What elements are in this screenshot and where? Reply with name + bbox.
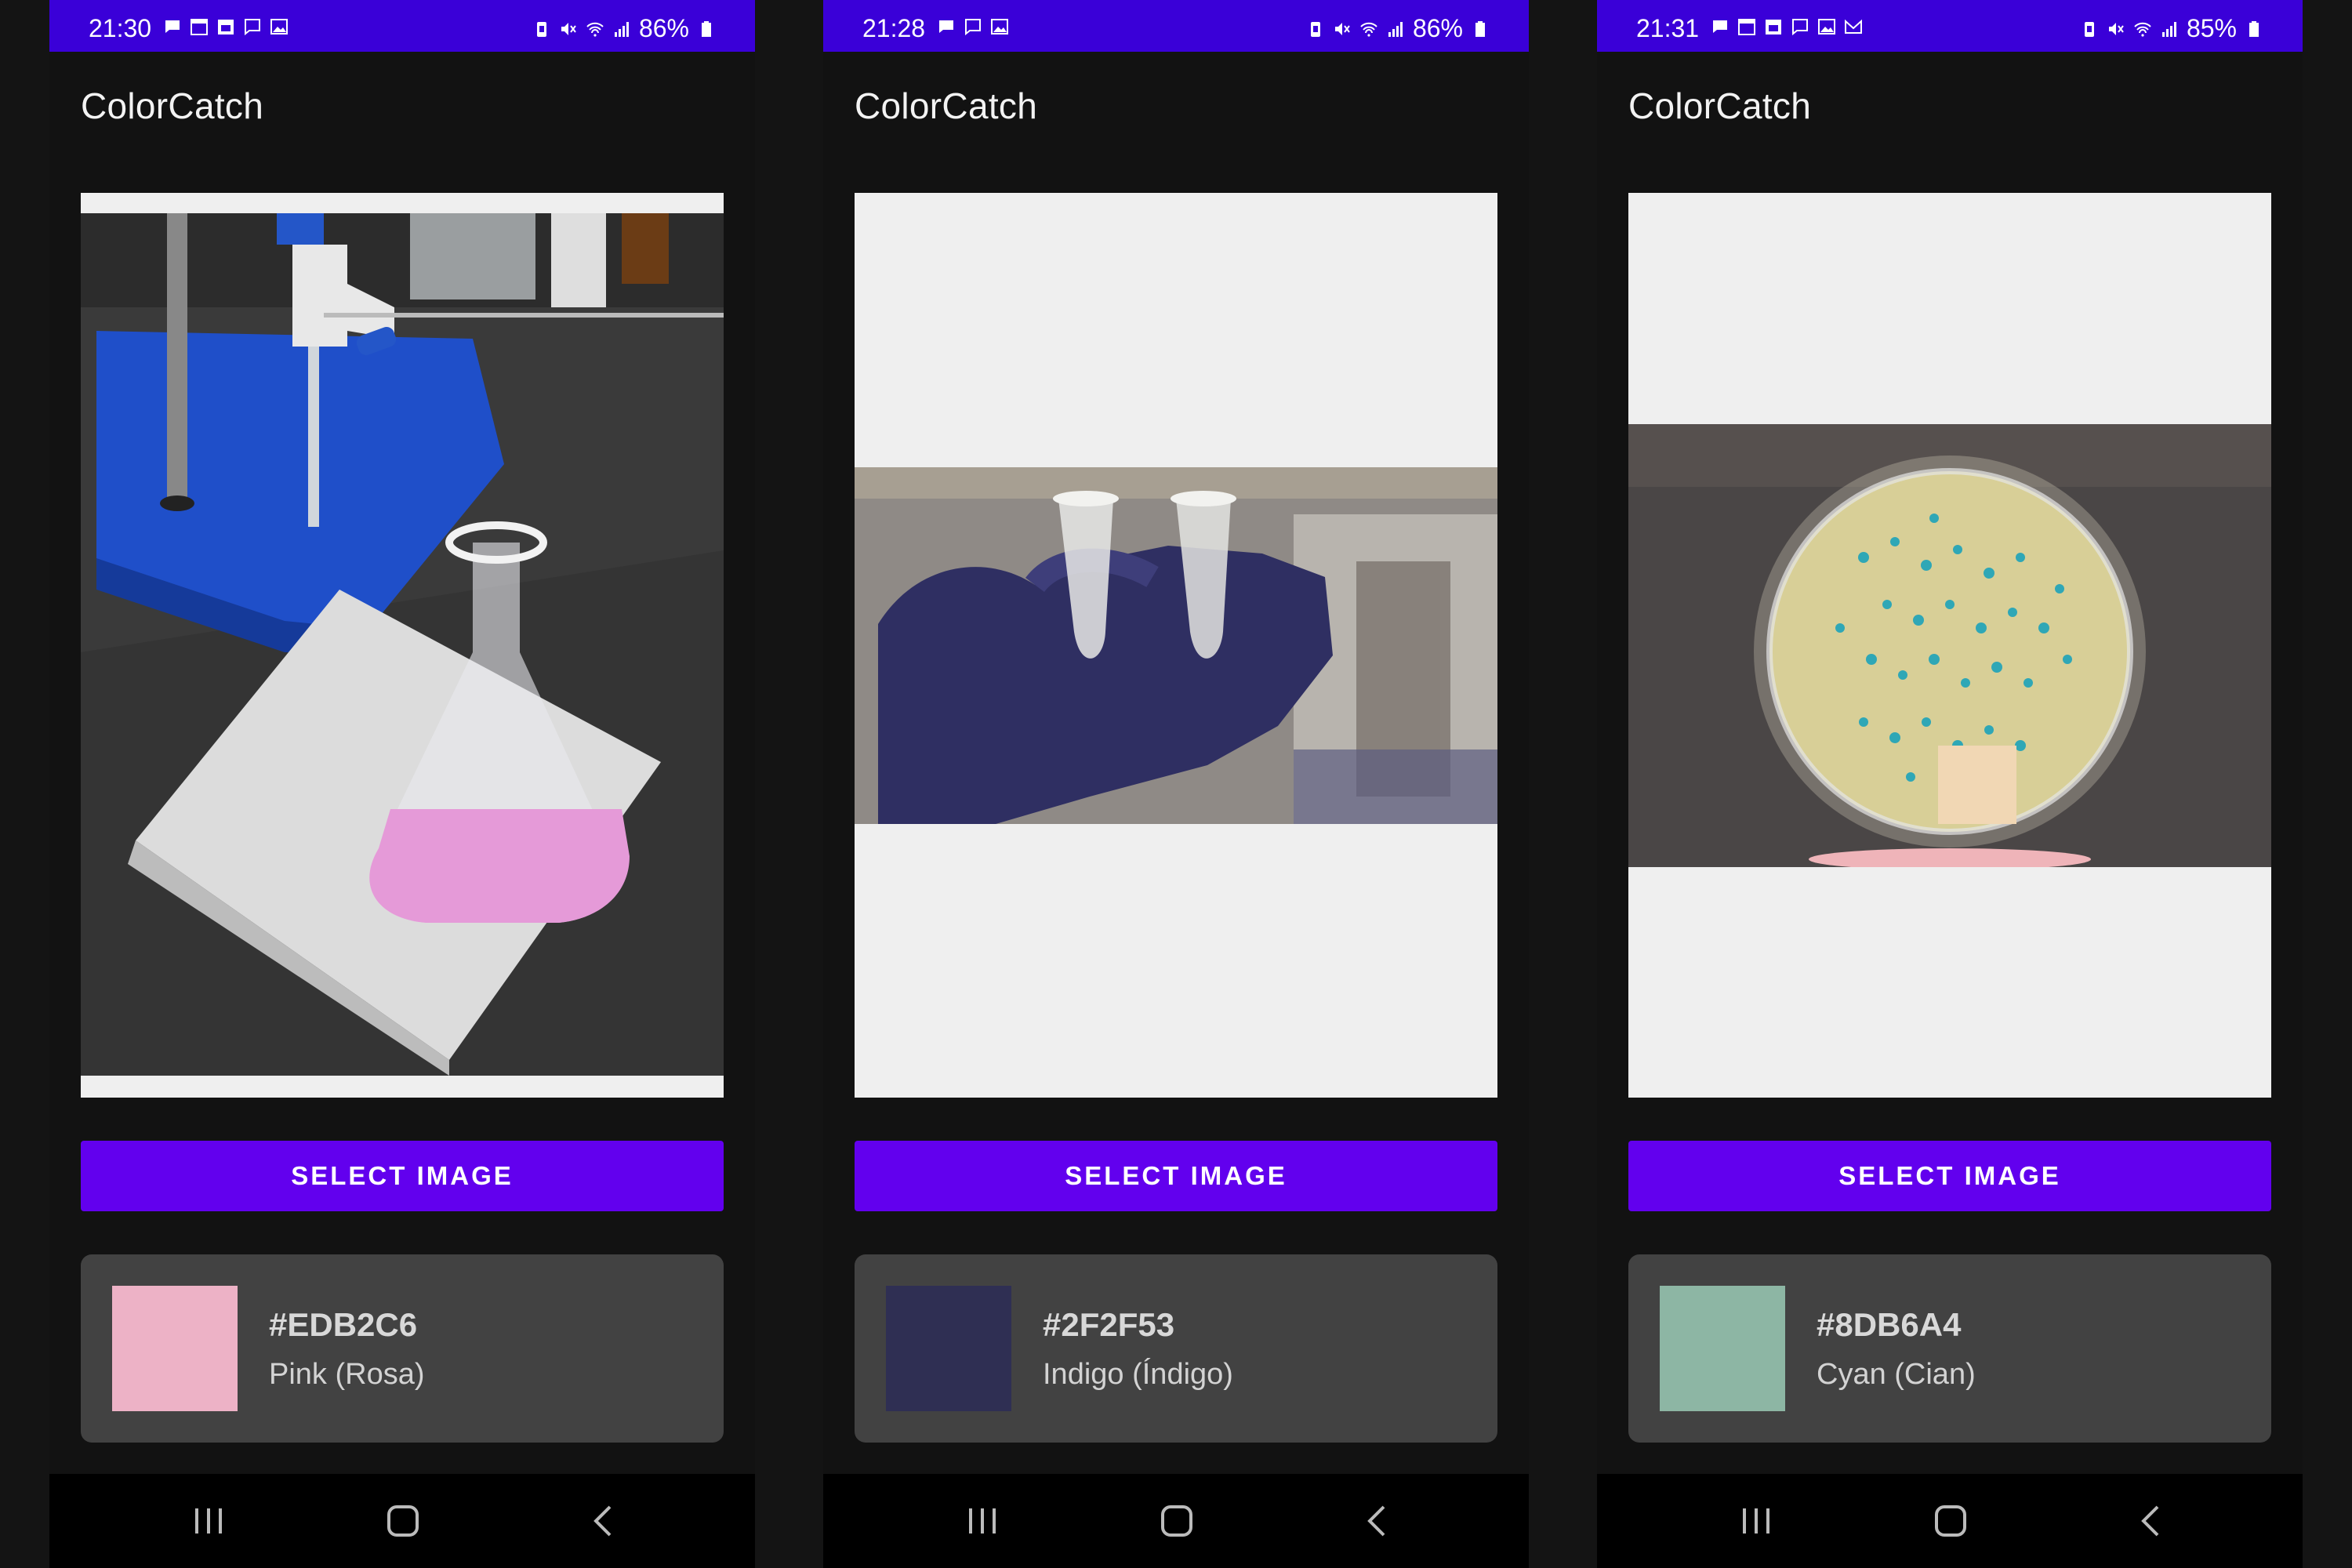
gloved-hand-tubes-photo [855,467,1497,824]
recents-icon[interactable] [964,1504,1000,1538]
status-bar: 21:31 85% [1597,0,2303,52]
back-icon[interactable] [586,1504,622,1538]
select-image-button[interactable]: SELECT IMAGE [855,1141,1497,1211]
mute-icon [561,22,576,35]
signal-icon [1388,21,1403,37]
color-swatch [112,1286,238,1411]
chat-icon [1713,20,1727,33]
battery-percent: 85% [2186,14,2237,42]
home-icon[interactable] [1933,1504,1969,1538]
image-preview [1628,193,2271,1098]
petri-dish-photo [1628,424,2271,867]
back-icon[interactable] [1360,1504,1396,1538]
phone-screen-3: 21:31 85% ColorCatch SELECT IMAGE #8DB6A… [1597,0,2303,1568]
select-image-button[interactable]: SELECT IMAGE [81,1141,724,1211]
status-time: 21:31 [1636,14,1700,42]
battery-saver-icon [536,21,546,37]
lab-flask-photo [81,213,724,1076]
color-swatch [1660,1286,1785,1411]
battery-icon [702,20,711,37]
wifi-icon [2134,22,2151,37]
color-name: Cyan (Cian) [1817,1358,1976,1391]
signal-icon [2161,21,2176,37]
app-title: ColorCatch [81,85,264,126]
back-icon[interactable] [2134,1504,2170,1538]
chat-icon [939,20,953,33]
gallery-icon [1818,19,1835,34]
message-icon [965,19,981,36]
home-icon[interactable] [385,1504,421,1538]
color-name: Pink (Rosa) [269,1358,425,1391]
phone-screen-1: 21:30 86% ColorCatch SELECT IMAGE #EDB2C… [49,0,755,1568]
calendar-icon [218,20,234,34]
wifi-icon [1360,22,1377,37]
color-hex-value: #8DB6A4 [1817,1306,1962,1343]
select-image-button[interactable]: SELECT IMAGE [1628,1141,2271,1211]
battery-percent: 86% [638,14,689,42]
gallery-icon [270,19,288,34]
calendar-icon [191,19,208,35]
image-preview [81,193,724,1098]
app-title: ColorCatch [855,85,1038,126]
phone-screen-2: 21:28 86% ColorCatch SELECT IMAGE #2F2F5… [823,0,1529,1568]
color-hex-value: #EDB2C6 [269,1306,418,1343]
color-result-card: #8DB6A4 Cyan (Cian) [1628,1254,2271,1443]
status-time: 21:28 [862,14,926,42]
battery-percent: 86% [1412,14,1463,42]
mail-icon [1845,19,1862,34]
recents-icon[interactable] [1738,1504,1774,1538]
battery-icon [1475,20,1485,37]
color-swatch [886,1286,1011,1411]
status-bar: 21:30 86% [49,0,755,52]
message-icon [1792,19,1808,36]
home-icon[interactable] [1159,1504,1195,1538]
mute-icon [1334,22,1350,35]
color-name: Indigo (Índigo) [1043,1358,1233,1391]
chat-icon [165,20,180,33]
app-title: ColorCatch [1628,85,1812,126]
recents-icon[interactable] [191,1504,227,1538]
image-preview [855,193,1497,1098]
mute-icon [2108,22,2124,35]
color-result-card: #2F2F53 Indigo (Índigo) [855,1254,1497,1443]
color-result-card: #EDB2C6 Pink (Rosa) [81,1254,724,1443]
color-hex-value: #2F2F53 [1043,1306,1175,1343]
signal-icon [614,21,629,37]
navigation-bar [49,1474,755,1568]
message-icon [245,19,260,36]
battery-icon [2249,20,2259,37]
gallery-icon [991,19,1008,34]
status-bar: 21:28 86% [823,0,1529,52]
status-time: 21:30 [89,14,152,42]
navigation-bar [823,1474,1529,1568]
calendar-icon [1738,19,1755,35]
calendar-icon [1766,20,1781,34]
battery-saver-icon [2084,21,2094,37]
navigation-bar [1597,1474,2303,1568]
wifi-icon [586,22,604,37]
battery-saver-icon [1310,21,1320,37]
